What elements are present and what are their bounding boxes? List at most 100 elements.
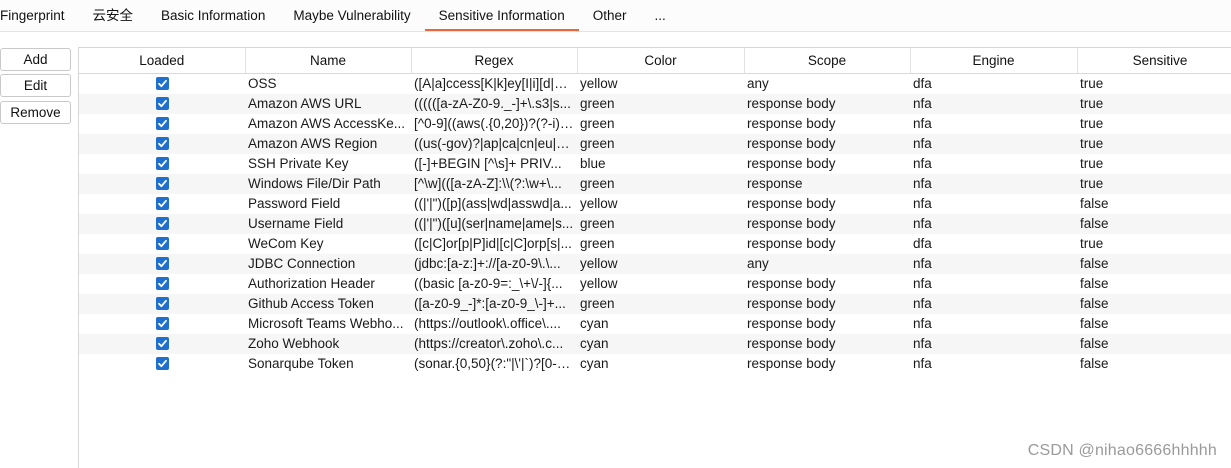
- sensitive-cell: true: [1077, 94, 1231, 114]
- column-header-color[interactable]: Color: [577, 48, 745, 74]
- table-row[interactable]: Sonarqube Token (sonar.{0,50}(?:"|\'|`)?[…: [79, 354, 1231, 374]
- scope-cell: response body: [744, 154, 910, 174]
- checkbox-checked-icon[interactable]: [155, 176, 169, 190]
- tab-fingerprint[interactable]: Fingerprint: [0, 1, 79, 31]
- rules-table: Loaded Name Regex Color Scope Engine Sensitive…: [79, 48, 1231, 374]
- checkbox-checked-icon[interactable]: [155, 236, 169, 250]
- checkbox-checked-icon[interactable]: [155, 96, 169, 110]
- tab-cloud-security[interactable]: 云安全: [79, 1, 148, 31]
- checkbox-checked-icon[interactable]: [155, 336, 169, 350]
- engine-cell: nfa: [910, 314, 1077, 334]
- name-cell: Github Access Token: [245, 294, 411, 314]
- color-cell: green: [577, 234, 744, 254]
- table-row[interactable]: Amazon AWS URL ((((([a-zA-Z0-9._-]+\.s3|s…: [79, 94, 1231, 114]
- color-cell: green: [577, 294, 744, 314]
- name-cell: Amazon AWS AccessKe...: [245, 114, 411, 134]
- checkbox-checked-icon[interactable]: [155, 276, 169, 290]
- tab-more[interactable]: ...: [640, 1, 679, 31]
- engine-cell: nfa: [910, 154, 1077, 174]
- table-row[interactable]: Username Field ((|'|")([u](ser|name|ame|s…: [79, 214, 1231, 234]
- name-cell: Authorization Header: [245, 274, 411, 294]
- loaded-cell: [79, 174, 245, 194]
- regex-cell: (jdbc:[a-z:]+://[a-z0-9\.\...: [411, 254, 577, 274]
- scope-cell: response body: [744, 294, 910, 314]
- table-header-row: Loaded Name Regex Color Scope Engine Sensitive: [79, 48, 1231, 74]
- column-header-sensitive[interactable]: Sensitive: [1077, 48, 1231, 74]
- table-row[interactable]: Amazon AWS AccessKe... [^0-9]((aws(.{0,20…: [79, 114, 1231, 134]
- checkbox-checked-icon[interactable]: [155, 316, 169, 330]
- table-row[interactable]: Authorization Header ((basic [a-z0-9=:_\+…: [79, 274, 1231, 294]
- engine-cell: nfa: [910, 94, 1077, 114]
- name-cell: Windows File/Dir Path: [245, 174, 411, 194]
- checkbox-checked-icon[interactable]: [155, 216, 169, 230]
- column-header-engine[interactable]: Engine: [910, 48, 1078, 74]
- table-row[interactable]: Zoho Webhook (https://creator\.zoho\.c...…: [79, 334, 1231, 354]
- scope-cell: any: [744, 254, 910, 274]
- column-header-name[interactable]: Name: [245, 48, 412, 74]
- name-cell: SSH Private Key: [245, 154, 411, 174]
- table-body: OSS ([A|a]ccess[K|k]ey[I|i][d|D... yellow a…: [79, 73, 1231, 374]
- checkbox-checked-icon[interactable]: [155, 156, 169, 170]
- tab-maybe-vulnerability[interactable]: Maybe Vulnerability: [279, 1, 424, 31]
- color-cell: green: [577, 114, 744, 134]
- regex-cell: ([-]+BEGIN [^\s]+ PRIV...: [411, 154, 577, 174]
- loaded-cell: [79, 254, 245, 274]
- checkbox-checked-icon[interactable]: [155, 116, 169, 130]
- checkbox-checked-icon[interactable]: [155, 296, 169, 310]
- column-header-regex[interactable]: Regex: [411, 48, 578, 74]
- table-row[interactable]: SSH Private Key ([-]+BEGIN [^\s]+ PRIV...…: [79, 154, 1231, 174]
- table-row[interactable]: OSS ([A|a]ccess[K|k]ey[I|i][d|D... yellow a…: [79, 73, 1231, 94]
- engine-cell: nfa: [910, 194, 1077, 214]
- regex-cell: ((|'|")([p](ass|wd|asswd|a...: [411, 194, 577, 214]
- table-row[interactable]: Amazon AWS Region ((us(-gov)?|ap|ca|cn|eu…: [79, 134, 1231, 154]
- engine-cell: nfa: [910, 254, 1077, 274]
- name-cell: Zoho Webhook: [245, 334, 411, 354]
- regex-cell: (https://creator\.zoho\.c...: [411, 334, 577, 354]
- loaded-cell: [79, 314, 245, 334]
- table-row[interactable]: Github Access Token ([a-z0-9_-]*:[a-z0-9_…: [79, 294, 1231, 314]
- name-cell: Username Field: [245, 214, 411, 234]
- name-cell: WeCom Key: [245, 234, 411, 254]
- sensitive-cell: false: [1077, 334, 1231, 354]
- regex-cell: (sonar.{0,50}(?:"|\'|`)?[0-9...: [411, 354, 577, 374]
- edit-button[interactable]: Edit: [0, 74, 71, 97]
- column-header-scope[interactable]: Scope: [744, 48, 911, 74]
- scope-cell: response body: [744, 274, 910, 294]
- engine-cell: nfa: [910, 114, 1077, 134]
- sensitive-cell: true: [1077, 154, 1231, 174]
- table-row[interactable]: Windows File/Dir Path [^\w](([a-zA-Z]:\\(…: [79, 174, 1231, 194]
- table-row[interactable]: WeCom Key ([c|C]or[p|P]id|[c|C]orp[s|... g…: [79, 234, 1231, 254]
- scope-cell: response body: [744, 314, 910, 334]
- table-row[interactable]: Microsoft Teams Webho... (https://outlook…: [79, 314, 1231, 334]
- watermark: CSDN @nihao6666hhhhh: [1027, 442, 1217, 459]
- column-header-loaded[interactable]: Loaded: [79, 48, 246, 74]
- color-cell: green: [577, 94, 744, 114]
- engine-cell: nfa: [910, 274, 1077, 294]
- tab-sensitive-information[interactable]: Sensitive Information: [424, 1, 579, 31]
- regex-cell: ([a-z0-9_-]*:[a-z0-9_\-]+...: [411, 294, 577, 314]
- regex-cell: ([A|a]ccess[K|k]ey[I|i][d|D...: [411, 73, 577, 94]
- regex-cell: (https://outlook\.office\....: [411, 314, 577, 334]
- name-cell: Amazon AWS URL: [245, 94, 411, 114]
- name-cell: Amazon AWS Region: [245, 134, 411, 154]
- engine-cell: nfa: [910, 354, 1077, 374]
- add-button[interactable]: Add: [0, 48, 71, 71]
- color-cell: green: [577, 174, 744, 194]
- engine-cell: dfa: [910, 234, 1077, 254]
- table-row[interactable]: JDBC Connection (jdbc:[a-z:]+://[a-z0-9\.…: [79, 254, 1231, 274]
- table-row[interactable]: Password Field ((|'|")([p](ass|wd|asswd|a…: [79, 194, 1231, 214]
- color-cell: yellow: [577, 73, 744, 94]
- color-cell: cyan: [577, 334, 744, 354]
- loaded-cell: [79, 114, 245, 134]
- sensitive-cell: true: [1077, 234, 1231, 254]
- tab-basic-information[interactable]: Basic Information: [147, 1, 279, 31]
- checkbox-checked-icon[interactable]: [155, 356, 169, 370]
- checkbox-checked-icon[interactable]: [155, 76, 169, 90]
- remove-button[interactable]: Remove: [0, 101, 71, 124]
- checkbox-checked-icon[interactable]: [155, 256, 169, 270]
- tab-other[interactable]: Other: [579, 1, 641, 31]
- checkbox-checked-icon[interactable]: [155, 136, 169, 150]
- sensitive-cell: false: [1077, 214, 1231, 234]
- color-cell: cyan: [577, 354, 744, 374]
- checkbox-checked-icon[interactable]: [155, 196, 169, 210]
